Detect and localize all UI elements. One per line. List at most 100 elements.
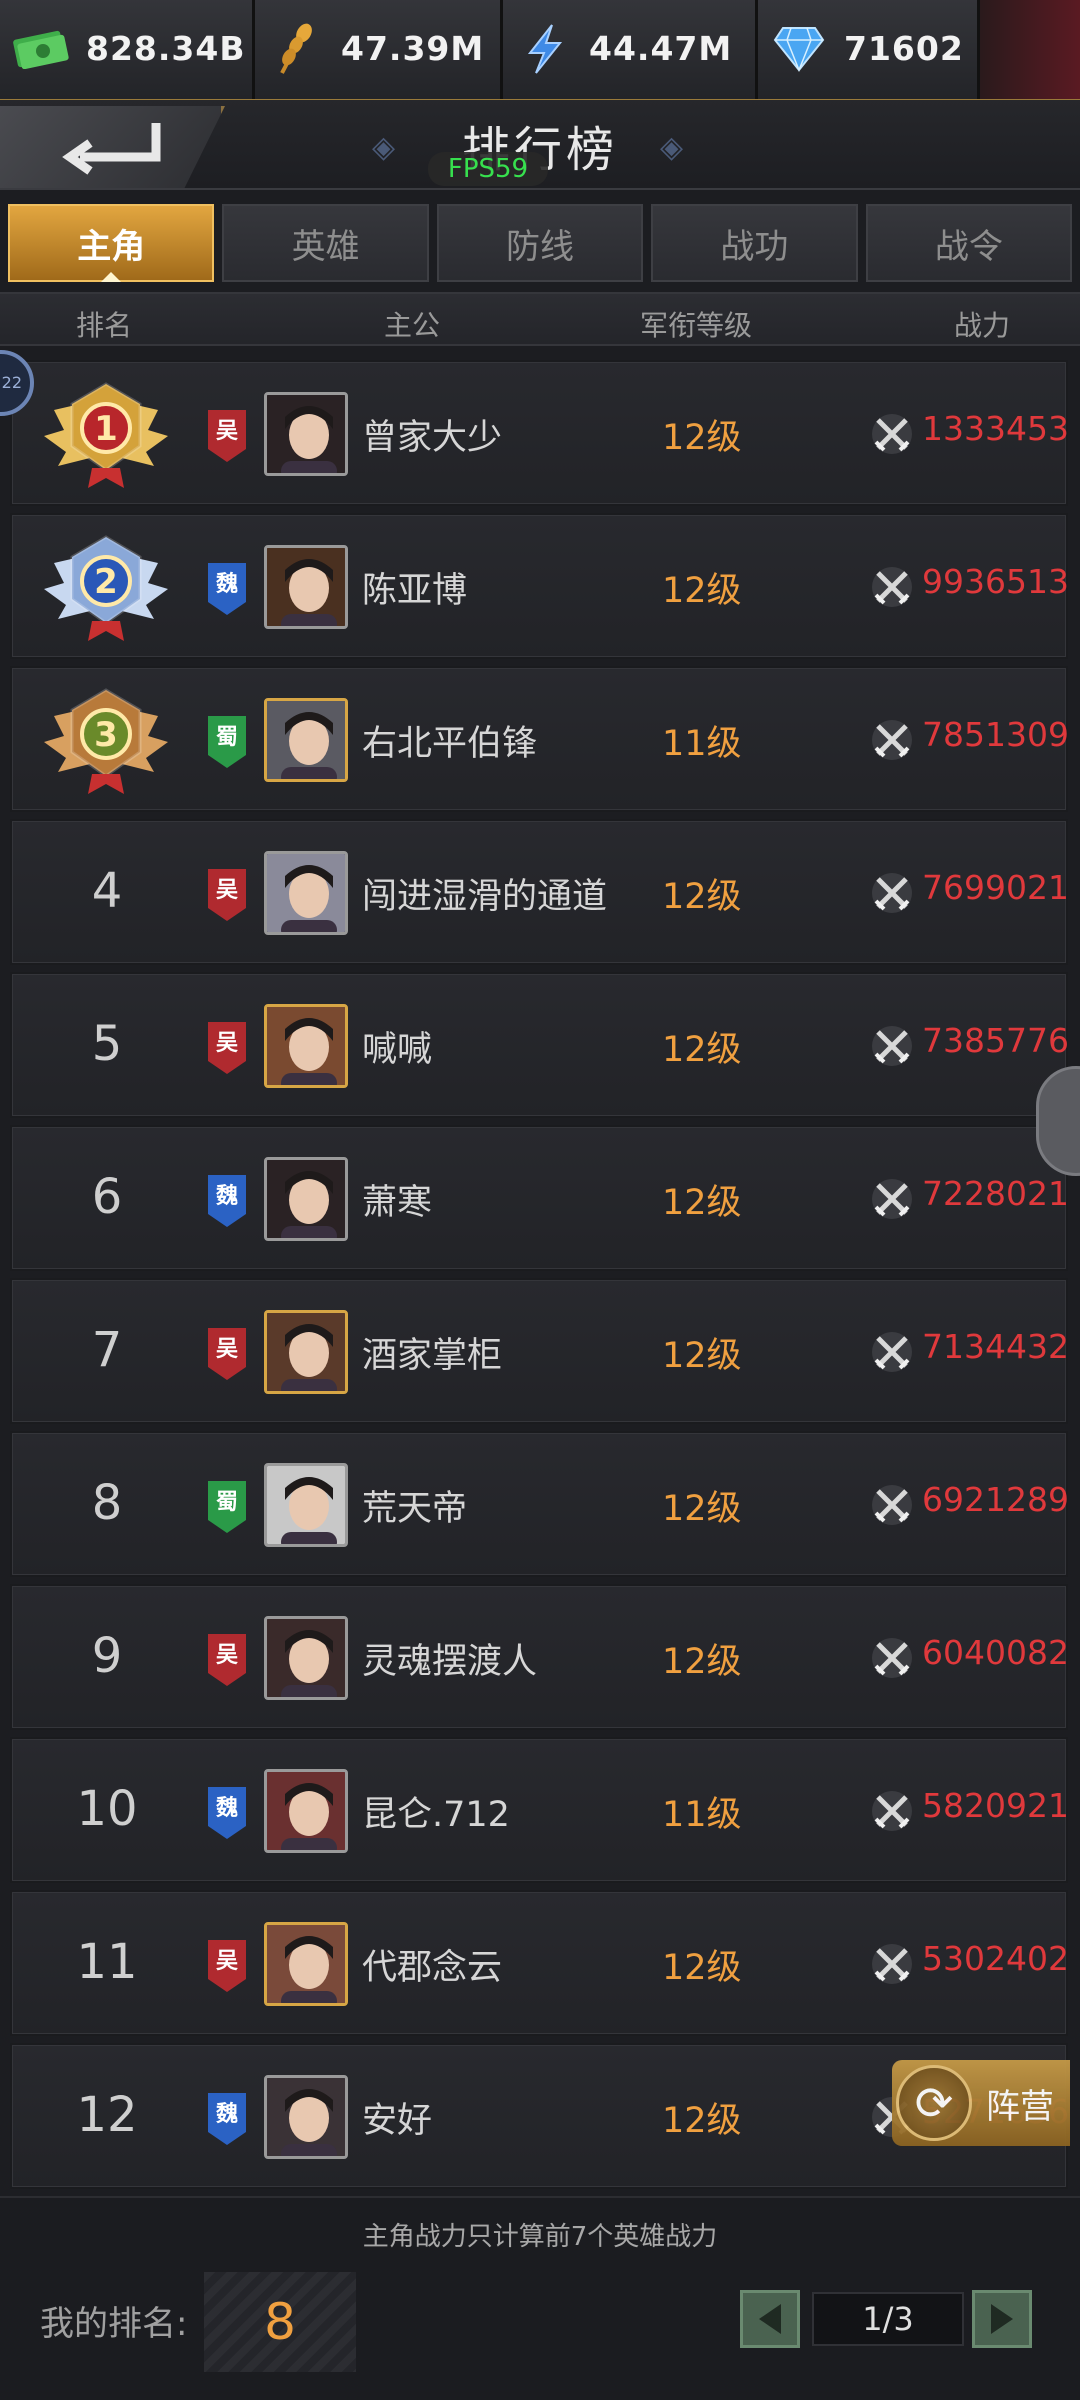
- cash-icon: [10, 21, 72, 77]
- footer-note: 主角战力只计算前7个英雄战力: [362, 2222, 718, 2252]
- faction-badge: 魏: [208, 2093, 246, 2145]
- faction-badge: 吴: [208, 1634, 246, 1686]
- crossed-swords-icon: [870, 1024, 914, 1068]
- my-rank-label: 我的排名:: [40, 2304, 188, 2344]
- player-level: 12级: [662, 571, 742, 611]
- crossed-swords-icon: [870, 1330, 914, 1374]
- rank-number: 8: [91, 1475, 123, 1531]
- power-value: 7134432: [922, 1327, 1069, 1366]
- medal-rank-text: 2: [94, 562, 118, 602]
- power-value: 7699021: [922, 868, 1069, 907]
- avatar[interactable]: [264, 1463, 348, 1547]
- crossed-swords-icon: [870, 1789, 914, 1833]
- tab-hero[interactable]: 英雄: [222, 204, 429, 282]
- power-value: 5820921: [922, 1786, 1069, 1825]
- tab-merit[interactable]: 战功: [651, 204, 858, 282]
- table-row[interactable]: 8 蜀 荒天帝 12级 6921289: [10, 1431, 1069, 1577]
- page-indicator: 1/3: [812, 2292, 964, 2346]
- player-name: 闯进湿滑的通道: [362, 877, 608, 917]
- next-page-button[interactable]: [972, 2290, 1032, 2348]
- avatar[interactable]: [264, 1616, 348, 1700]
- resource-diamond[interactable]: 71602: [758, 0, 980, 99]
- player-level: 12级: [662, 1030, 742, 1070]
- avatar[interactable]: [264, 1157, 348, 1241]
- avatar[interactable]: [264, 2075, 348, 2159]
- col-lord: 主公: [384, 309, 441, 342]
- resource-grain[interactable]: 47.39M: [255, 0, 503, 99]
- resource-cash[interactable]: 828.34B: [0, 0, 255, 99]
- player-name: 安好: [362, 2101, 433, 2141]
- resource-extra[interactable]: [980, 0, 1080, 99]
- rank-medal-icon: 1: [36, 376, 176, 492]
- power-value: 7851309: [922, 715, 1069, 754]
- triangle-right-icon: [991, 2304, 1013, 2334]
- rank-medal-icon: 3: [36, 682, 176, 798]
- table-row[interactable]: 10 魏 昆仑.712 11级 5820921: [10, 1737, 1069, 1883]
- resource-energy-value: 44.47M: [589, 29, 733, 68]
- resource-energy[interactable]: 44.47M: [503, 0, 758, 99]
- player-level: 11级: [662, 724, 742, 764]
- resource-grain-value: 47.39M: [341, 29, 485, 68]
- player-name: 酒家掌柜: [362, 1336, 503, 1376]
- faction-badge: 蜀: [208, 716, 246, 768]
- tab-battle-pass[interactable]: 战令: [865, 204, 1073, 282]
- avatar[interactable]: [264, 1769, 348, 1853]
- avatar[interactable]: [264, 1004, 348, 1088]
- prev-page-button[interactable]: [740, 2290, 800, 2348]
- crossed-swords-icon: [870, 1942, 914, 1986]
- power-value: 7385776: [922, 1021, 1069, 1060]
- table-row[interactable]: 11 吴 代郡念云 12级 5302402: [10, 1890, 1069, 2036]
- power-value: 6921289: [922, 1480, 1069, 1519]
- rank-number: 4: [91, 863, 123, 919]
- table-row[interactable]: 4 吴 闯进湿滑的通道 12级 7699021: [10, 819, 1069, 965]
- table-row[interactable]: 1 吴 曾家大少 12级 1333453: [10, 360, 1070, 506]
- diamond-icon: [768, 21, 830, 77]
- crossed-swords-icon: [870, 1636, 914, 1680]
- tab-defense[interactable]: 防线: [436, 204, 644, 282]
- player-name: 萧寒: [362, 1183, 433, 1223]
- power-value: 9936513: [922, 562, 1069, 601]
- avatar[interactable]: [264, 545, 348, 629]
- avatar[interactable]: [264, 1922, 348, 2006]
- faction-badge: 蜀: [208, 1481, 246, 1533]
- player-name: 昆仑.712: [362, 1795, 510, 1835]
- refresh-icon: ⟳: [896, 2065, 972, 2141]
- table-row[interactable]: 6 魏 萧寒 12级 7228021: [10, 1125, 1069, 1271]
- player-name: 荒天帝: [362, 1489, 468, 1529]
- resource-bar: 828.34B 47.39M 44.47M 71602: [0, 0, 1080, 100]
- player-level: 11级: [662, 1795, 742, 1835]
- table-row[interactable]: 9 吴 灵魂摆渡人 12级 6040082: [10, 1584, 1069, 1730]
- fps-counter: FPS59: [428, 152, 548, 186]
- crossed-swords-icon: [870, 1177, 914, 1221]
- table-row[interactable]: 3 蜀 右北平伯锋 11级 7851309: [10, 666, 1069, 812]
- avatar[interactable]: [264, 1310, 348, 1394]
- camp-button-label: 阵营: [986, 2086, 1054, 2127]
- player-name: 陈亚博: [362, 571, 468, 611]
- rank-number: 6: [91, 1169, 123, 1225]
- title-right-ornament-icon: ◈: [660, 130, 684, 165]
- avatar[interactable]: [264, 698, 348, 782]
- tab-lord[interactable]: 主角: [8, 204, 215, 282]
- crossed-swords-icon: [870, 565, 914, 609]
- faction-badge: 吴: [208, 1940, 246, 1992]
- player-level: 12级: [662, 1336, 742, 1376]
- crossed-swords-icon: [870, 412, 914, 456]
- faction-badge: 吴: [208, 1328, 246, 1380]
- faction-badge: 吴: [208, 410, 246, 462]
- rank-number: 5: [91, 1016, 123, 1072]
- wheat-icon: [265, 21, 327, 77]
- rank-number: 12: [76, 2087, 138, 2143]
- avatar[interactable]: [264, 851, 348, 935]
- col-level: 军衔等级: [640, 309, 753, 342]
- table-row[interactable]: 7 吴 酒家掌柜 12级 7134432: [10, 1278, 1069, 1424]
- table-row[interactable]: 5 吴 喊喊 12级 7385776: [10, 972, 1069, 1118]
- avatar[interactable]: [264, 392, 348, 476]
- faction-badge: 魏: [208, 1175, 246, 1227]
- camp-button[interactable]: ⟳ 阵营: [892, 2060, 1070, 2146]
- power-value: 5302402: [922, 1939, 1069, 1978]
- lightning-icon: [513, 21, 575, 77]
- medal-rank-text: 3: [94, 715, 118, 755]
- table-row[interactable]: 2 魏 陈亚博 12级 9936513: [10, 513, 1069, 659]
- triangle-left-icon: [759, 2304, 781, 2334]
- faction-badge: 魏: [208, 1787, 246, 1839]
